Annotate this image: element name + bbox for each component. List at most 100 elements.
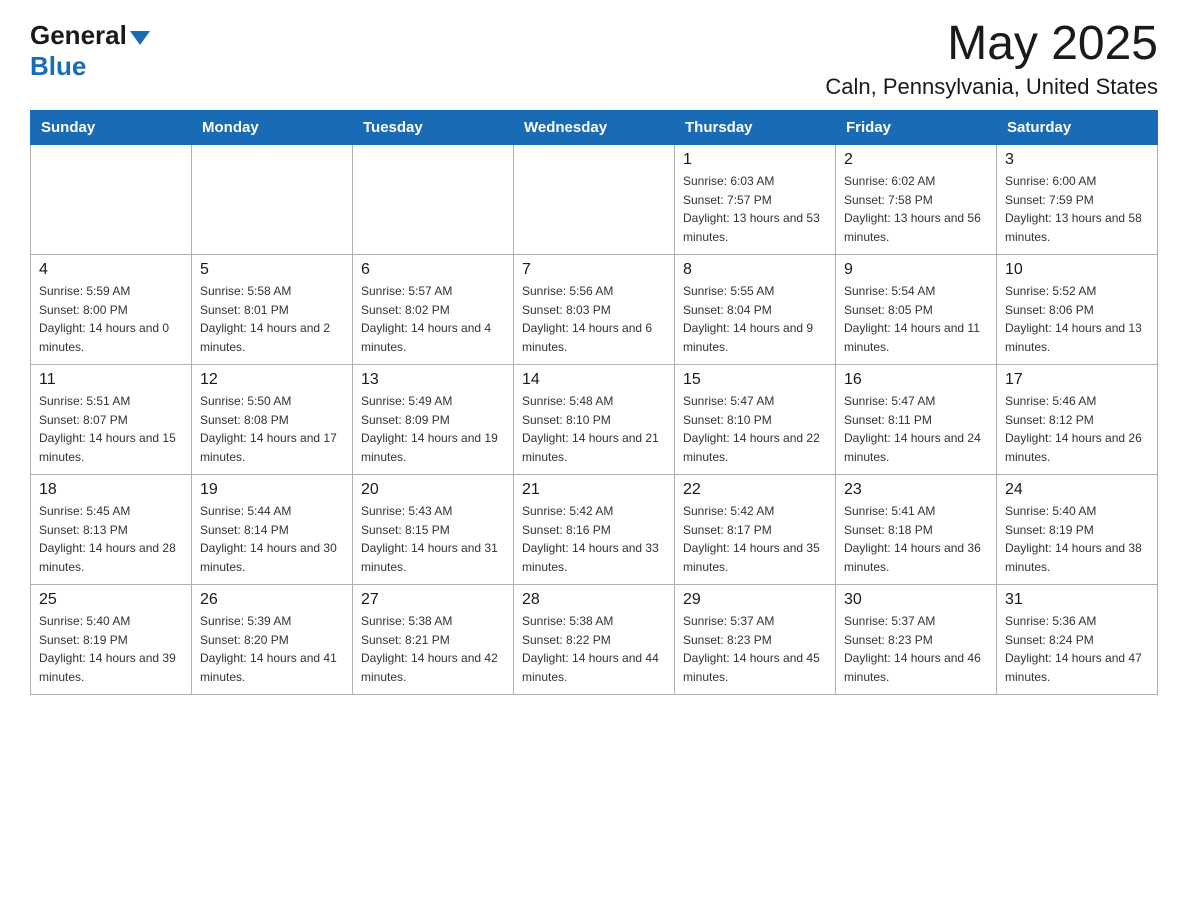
logo: General Blue (30, 20, 150, 82)
day-cell: 19Sunrise: 5:44 AMSunset: 8:14 PMDayligh… (192, 475, 353, 585)
day-number: 26 (200, 591, 344, 609)
day-cell: 20 Sunrise: 5:43 AMSunset: 8:15 PMDayligh… (353, 475, 514, 585)
weekday-header-row: SundayMondayTuesdayWednesdayThursdayFrid… (31, 111, 1158, 145)
day-cell: 11 Sunrise: 5:51 AMSunset: 8:07 PMDayligh… (31, 365, 192, 475)
day-info: Sunrise: 5:41 AMSunset: 8:18 PMDaylight:… (844, 502, 988, 576)
day-number: 25 (39, 591, 183, 609)
day-number: 14 (522, 371, 666, 389)
day-info: Sunrise: 5:37 AMSunset: 8:23 PMDaylight:… (683, 612, 827, 686)
day-info: Sunrise: 5:49 AMSunset: 8:09 PMDaylight:… (361, 392, 505, 466)
day-number: 2 (844, 151, 988, 169)
day-cell: 3 Sunrise: 6:00 AMSunset: 7:59 PMDaylight… (997, 145, 1158, 255)
day-info: Sunrise: 5:43 AMSunset: 8:15 PMDaylight:… (361, 502, 505, 576)
week-row-1: 1 Sunrise: 6:03 AMSunset: 7:57 PMDaylight… (31, 145, 1158, 255)
weekday-header-saturday: Saturday (997, 111, 1158, 145)
day-info: Sunrise: 5:57 AMSunset: 8:02 PMDaylight:… (361, 282, 505, 356)
logo-blue-text: Blue (30, 51, 86, 81)
day-number: 17 (1005, 371, 1149, 389)
week-row-4: 18Sunrise: 5:45 AMSunset: 8:13 PMDayligh… (31, 475, 1158, 585)
day-number: 31 (1005, 591, 1149, 609)
day-cell: 8 Sunrise: 5:55 AMSunset: 8:04 PMDaylight… (675, 255, 836, 365)
day-number: 21 (522, 481, 666, 499)
day-cell: 31 Sunrise: 5:36 AMSunset: 8:24 PMDayligh… (997, 585, 1158, 695)
day-cell: 27Sunrise: 5:38 AMSunset: 8:21 PMDayligh… (353, 585, 514, 695)
logo-triangle-icon (130, 31, 150, 45)
day-cell: 29 Sunrise: 5:37 AMSunset: 8:23 PMDayligh… (675, 585, 836, 695)
weekday-header-sunday: Sunday (31, 111, 192, 145)
day-info: Sunrise: 5:51 AMSunset: 8:07 PMDaylight:… (39, 392, 183, 466)
day-number: 1 (683, 151, 827, 169)
day-number: 24 (1005, 481, 1149, 499)
page-header: General Blue May 2025 Caln, Pennsylvania… (30, 20, 1158, 100)
month-title: May 2025 (825, 20, 1158, 68)
weekday-header-friday: Friday (836, 111, 997, 145)
day-number: 13 (361, 371, 505, 389)
day-info: Sunrise: 5:47 AMSunset: 8:10 PMDaylight:… (683, 392, 827, 466)
day-cell: 21 Sunrise: 5:42 AMSunset: 8:16 PMDayligh… (514, 475, 675, 585)
day-cell: 7 Sunrise: 5:56 AMSunset: 8:03 PMDaylight… (514, 255, 675, 365)
day-cell: 10Sunrise: 5:52 AMSunset: 8:06 PMDayligh… (997, 255, 1158, 365)
day-cell: 4 Sunrise: 5:59 AMSunset: 8:00 PMDaylight… (31, 255, 192, 365)
day-number: 19 (200, 481, 344, 499)
week-row-5: 25 Sunrise: 5:40 AMSunset: 8:19 PMDayligh… (31, 585, 1158, 695)
weekday-header-monday: Monday (192, 111, 353, 145)
day-number: 6 (361, 261, 505, 279)
day-cell: 15Sunrise: 5:47 AMSunset: 8:10 PMDayligh… (675, 365, 836, 475)
day-info: Sunrise: 5:46 AMSunset: 8:12 PMDaylight:… (1005, 392, 1149, 466)
day-number: 28 (522, 591, 666, 609)
day-number: 29 (683, 591, 827, 609)
day-number: 4 (39, 261, 183, 279)
day-info: Sunrise: 5:56 AMSunset: 8:03 PMDaylight:… (522, 282, 666, 356)
day-number: 11 (39, 371, 183, 389)
day-info: Sunrise: 6:03 AMSunset: 7:57 PMDaylight:… (683, 172, 827, 246)
weekday-header-wednesday: Wednesday (514, 111, 675, 145)
day-number: 22 (683, 481, 827, 499)
day-cell: 28 Sunrise: 5:38 AMSunset: 8:22 PMDayligh… (514, 585, 675, 695)
day-cell (31, 145, 192, 255)
day-number: 8 (683, 261, 827, 279)
logo-general-text: General (30, 20, 127, 51)
day-cell: 12Sunrise: 5:50 AMSunset: 8:08 PMDayligh… (192, 365, 353, 475)
day-cell: 30Sunrise: 5:37 AMSunset: 8:23 PMDayligh… (836, 585, 997, 695)
day-info: Sunrise: 5:38 AMSunset: 8:22 PMDaylight:… (522, 612, 666, 686)
day-cell (514, 145, 675, 255)
day-number: 18 (39, 481, 183, 499)
day-info: Sunrise: 5:36 AMSunset: 8:24 PMDaylight:… (1005, 612, 1149, 686)
day-cell: 1 Sunrise: 6:03 AMSunset: 7:57 PMDaylight… (675, 145, 836, 255)
day-number: 3 (1005, 151, 1149, 169)
day-cell: 22Sunrise: 5:42 AMSunset: 8:17 PMDayligh… (675, 475, 836, 585)
day-info: Sunrise: 5:42 AMSunset: 8:16 PMDaylight:… (522, 502, 666, 576)
calendar-table: SundayMondayTuesdayWednesdayThursdayFrid… (30, 110, 1158, 695)
day-info: Sunrise: 5:40 AMSunset: 8:19 PMDaylight:… (1005, 502, 1149, 576)
day-number: 16 (844, 371, 988, 389)
day-number: 10 (1005, 261, 1149, 279)
day-info: Sunrise: 6:00 AMSunset: 7:59 PMDaylight:… (1005, 172, 1149, 246)
day-number: 9 (844, 261, 988, 279)
day-info: Sunrise: 6:02 AMSunset: 7:58 PMDaylight:… (844, 172, 988, 246)
week-row-2: 4 Sunrise: 5:59 AMSunset: 8:00 PMDaylight… (31, 255, 1158, 365)
day-info: Sunrise: 5:59 AMSunset: 8:00 PMDaylight:… (39, 282, 183, 356)
day-cell: 6 Sunrise: 5:57 AMSunset: 8:02 PMDaylight… (353, 255, 514, 365)
day-cell: 26Sunrise: 5:39 AMSunset: 8:20 PMDayligh… (192, 585, 353, 695)
day-info: Sunrise: 5:58 AMSunset: 8:01 PMDaylight:… (200, 282, 344, 356)
day-number: 12 (200, 371, 344, 389)
week-row-3: 11 Sunrise: 5:51 AMSunset: 8:07 PMDayligh… (31, 365, 1158, 475)
day-info: Sunrise: 5:47 AMSunset: 8:11 PMDaylight:… (844, 392, 988, 466)
day-cell (353, 145, 514, 255)
day-cell: 24 Sunrise: 5:40 AMSunset: 8:19 PMDayligh… (997, 475, 1158, 585)
day-cell: 18Sunrise: 5:45 AMSunset: 8:13 PMDayligh… (31, 475, 192, 585)
day-info: Sunrise: 5:40 AMSunset: 8:19 PMDaylight:… (39, 612, 183, 686)
title-section: May 2025 Caln, Pennsylvania, United Stat… (825, 20, 1158, 100)
day-info: Sunrise: 5:48 AMSunset: 8:10 PMDaylight:… (522, 392, 666, 466)
weekday-header-thursday: Thursday (675, 111, 836, 145)
day-info: Sunrise: 5:55 AMSunset: 8:04 PMDaylight:… (683, 282, 827, 356)
day-number: 7 (522, 261, 666, 279)
location-title: Caln, Pennsylvania, United States (825, 74, 1158, 100)
day-cell: 14 Sunrise: 5:48 AMSunset: 8:10 PMDayligh… (514, 365, 675, 475)
day-number: 20 (361, 481, 505, 499)
day-number: 5 (200, 261, 344, 279)
day-cell: 23Sunrise: 5:41 AMSunset: 8:18 PMDayligh… (836, 475, 997, 585)
weekday-header-tuesday: Tuesday (353, 111, 514, 145)
day-cell: 13 Sunrise: 5:49 AMSunset: 8:09 PMDayligh… (353, 365, 514, 475)
day-number: 30 (844, 591, 988, 609)
